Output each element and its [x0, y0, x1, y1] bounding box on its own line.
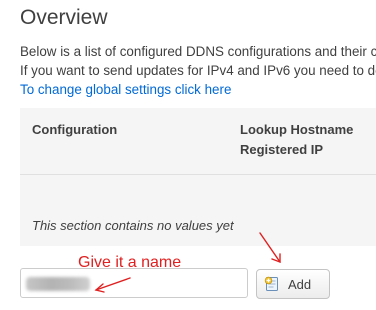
column-header-configuration: Configuration	[32, 122, 118, 137]
add-button-label: Add	[288, 276, 312, 292]
table-header: Configuration Lookup Hostname Registered…	[20, 108, 376, 175]
description-line-1: Below is a list of configured DDNS confi…	[20, 44, 376, 59]
column-header-registered-ip: Registered IP	[240, 142, 324, 157]
global-settings-link[interactable]: To change global settings click here	[20, 82, 231, 97]
page-title: Overview	[20, 6, 108, 29]
annotation-text: Give it a name	[78, 254, 182, 271]
add-document-icon	[264, 276, 280, 292]
empty-table-message: This section contains no values yet	[32, 218, 234, 233]
column-header-lookup: Lookup Hostname Registered IP	[240, 120, 353, 160]
overview-description: Below is a list of configured DDNS confi…	[20, 42, 376, 99]
column-header-lookup-hostname: Lookup Hostname	[240, 122, 354, 137]
overview-page: Overview Below is a list of configured D…	[0, 0, 376, 310]
ddns-config-table: Configuration Lookup Hostname Registered…	[20, 108, 376, 246]
redacted-name-blur	[26, 277, 90, 291]
add-button[interactable]: Add	[256, 269, 330, 299]
description-line-2: If you want to send updates for IPv4 and…	[20, 63, 376, 78]
